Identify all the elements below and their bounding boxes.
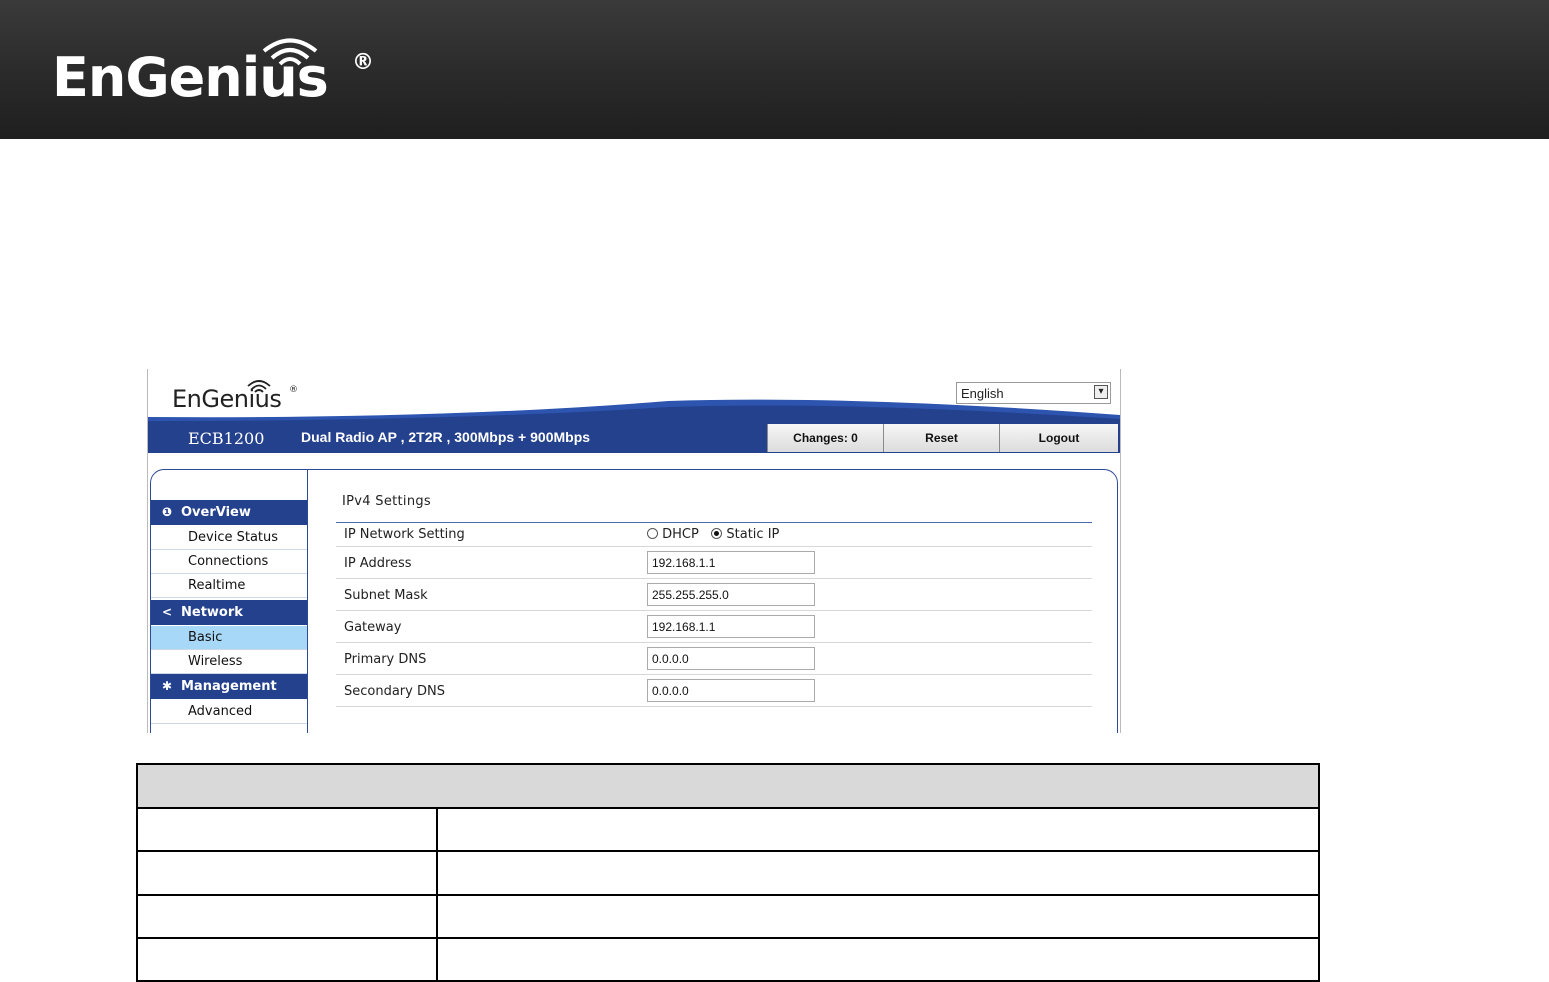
secondary-dns-row: Secondary DNS	[336, 675, 1092, 707]
web-ui-screenshot: EnGenius ® English ▾ ECB1200 Dual Radio …	[147, 369, 1121, 733]
table-row	[136, 807, 1320, 853]
table-row	[136, 850, 1320, 896]
ip-address-input[interactable]	[647, 551, 815, 574]
sidebar-section-label: Network	[181, 605, 243, 620]
table-cell	[136, 893, 438, 939]
share-icon: <	[161, 605, 173, 619]
sidebar-section-label: Management	[181, 679, 277, 694]
chevron-down-icon[interactable]: ▾	[1094, 385, 1108, 399]
primary-dns-input[interactable]	[647, 647, 815, 670]
table-cell	[436, 893, 1320, 939]
subnet-mask-input[interactable]	[647, 583, 815, 606]
gateway-row: Gateway	[336, 611, 1092, 643]
model-description: Dual Radio AP , 2T2R , 300Mbps + 900Mbps	[301, 429, 591, 445]
sidebar-item-advanced[interactable]: Advanced	[151, 700, 307, 724]
top-banner: EnGenius ®	[0, 0, 1549, 139]
sidebar-item-label: Connections	[188, 554, 269, 569]
ip-network-setting-row: IP Network Setting DHCP Static IP	[336, 523, 1092, 547]
sidebar-item-label: Basic	[188, 630, 223, 645]
field-label: Secondary DNS	[344, 684, 445, 699]
model-name: ECB1200	[188, 429, 265, 448]
gateway-input[interactable]	[647, 615, 815, 638]
table-row	[136, 936, 1320, 982]
table-header-cell	[136, 762, 1320, 810]
sidebar-item-wireless[interactable]: Wireless	[151, 650, 307, 674]
sidebar-item-basic[interactable]: Basic	[151, 626, 307, 650]
table-cell	[436, 850, 1320, 896]
secondary-dns-input[interactable]	[647, 679, 815, 702]
registered-mark: ®	[352, 50, 374, 75]
ip-mode-radio-group: DHCP Static IP	[647, 527, 779, 542]
field-label: IP Network Setting	[344, 527, 465, 542]
table-cell	[436, 936, 1320, 982]
ip-address-row: IP Address	[336, 547, 1092, 579]
sidebar-item-label: Advanced	[188, 704, 253, 719]
radio-circle[interactable]	[647, 528, 658, 539]
field-label: Gateway	[344, 620, 402, 635]
sidebar-section-overview[interactable]: ❶ OverView	[151, 500, 307, 525]
wifi-icon	[262, 38, 318, 66]
field-label: Primary DNS	[344, 652, 427, 667]
language-select[interactable]: English ▾	[956, 382, 1111, 404]
radio-circle-selected[interactable]	[711, 528, 723, 539]
logout-button[interactable]: Logout	[999, 424, 1118, 452]
sidebar-item-label: Wireless	[188, 654, 243, 669]
reset-button[interactable]: Reset	[883, 424, 999, 452]
sidebar-section-network[interactable]: < Network	[151, 600, 307, 625]
radio-label: DHCP	[662, 527, 699, 542]
wifi-icon	[247, 380, 271, 393]
sidebar-item-label: Device Status	[188, 530, 279, 545]
app-header: EnGenius ® English ▾ ECB1200 Dual Radio …	[148, 369, 1120, 459]
static-ip-radio[interactable]: Static IP	[711, 527, 779, 542]
table-cell	[436, 807, 1320, 853]
sidebar-item-connections[interactable]: Connections	[151, 550, 307, 574]
content-panel: ❶ OverView Device Status Connections Rea…	[150, 469, 1118, 733]
sidebar-item-realtime[interactable]: Realtime	[151, 574, 307, 598]
sidebar-item-label: Realtime	[188, 578, 246, 593]
sidebar-item-device-status[interactable]: Device Status	[151, 526, 307, 550]
sidebar-section-management[interactable]: ✱ Management	[151, 674, 307, 699]
sidebar-section-label: OverView	[181, 505, 251, 520]
info-icon: ❶	[161, 505, 173, 519]
field-label: IP Address	[344, 556, 412, 571]
table-header-row	[136, 762, 1320, 810]
table-row	[136, 893, 1320, 939]
primary-dns-row: Primary DNS	[336, 643, 1092, 675]
dhcp-radio[interactable]: DHCP	[647, 527, 699, 542]
field-label: Subnet Mask	[344, 588, 428, 603]
sidebar: ❶ OverView Device Status Connections Rea…	[151, 470, 308, 733]
registered-mark: ®	[289, 385, 298, 395]
language-select-value: English	[961, 386, 1004, 401]
radio-label: Static IP	[726, 527, 780, 542]
section-title: IPv4 Settings	[342, 494, 431, 509]
table-cell	[136, 807, 438, 853]
parameter-table	[136, 762, 1320, 982]
table-cell	[136, 936, 438, 982]
table-cell	[136, 850, 438, 896]
subnet-mask-row: Subnet Mask	[336, 579, 1092, 611]
changes-button[interactable]: Changes: 0	[767, 424, 883, 452]
gear-icon: ✱	[161, 679, 173, 693]
